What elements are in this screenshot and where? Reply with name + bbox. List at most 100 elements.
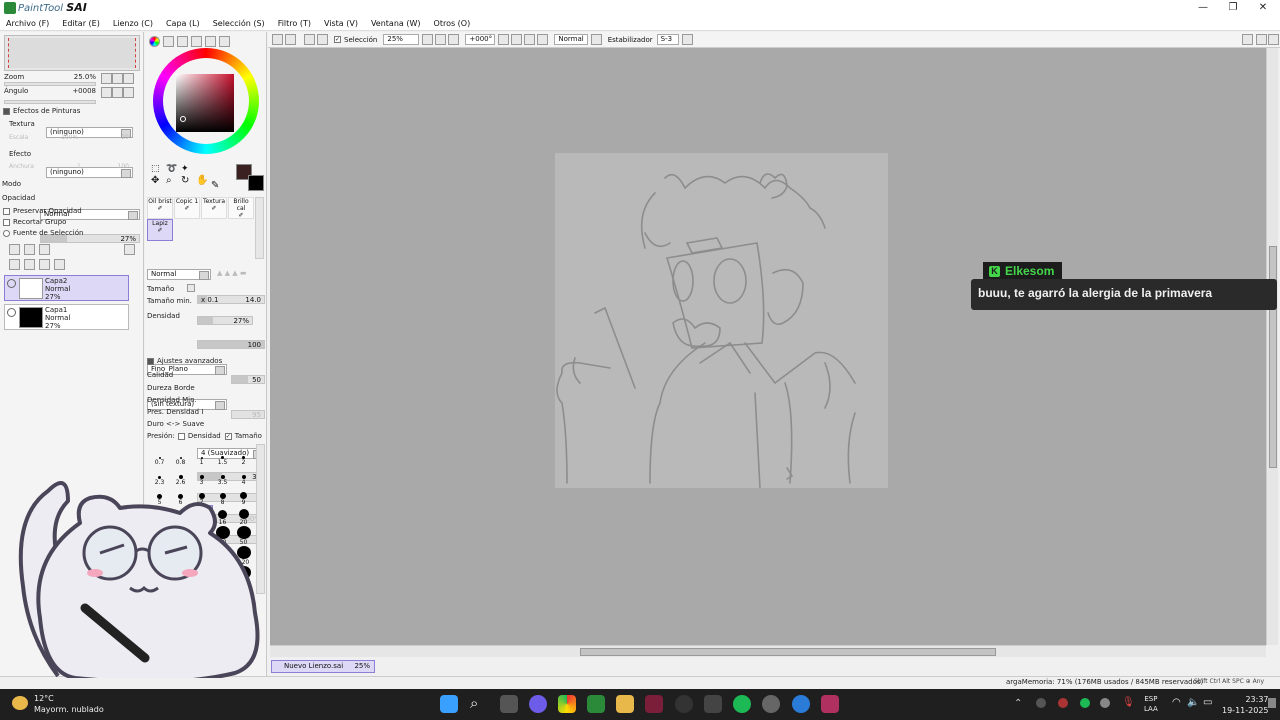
brush-texture-slider[interactable]: 95 (231, 410, 265, 419)
zoom-dropdown[interactable]: 25% (383, 34, 420, 45)
min-size-slider[interactable]: 27% (197, 316, 253, 325)
weather-icon[interactable] (12, 696, 28, 710)
deselect-icon[interactable] (304, 34, 315, 45)
task-view-icon[interactable] (500, 695, 518, 713)
painttool-sai-icon[interactable] (587, 695, 605, 713)
mode-toggle-icon[interactable] (590, 34, 602, 45)
wifi-icon[interactable]: ◠ (1172, 697, 1181, 708)
invert-selection-icon[interactable] (317, 34, 328, 45)
rotate-right-icon[interactable] (511, 34, 523, 45)
tray-overflow-icon[interactable]: ⌃ (1014, 698, 1022, 709)
menu-lienzo[interactable]: Lienzo (C) (113, 19, 153, 28)
angle-field[interactable]: +000° (465, 34, 496, 45)
menu-editar[interactable]: Editar (E) (62, 19, 100, 28)
menu-ventana[interactable]: Ventana (W) (371, 19, 421, 28)
selection-rect-icon[interactable]: ⬚ (151, 164, 165, 174)
brush-oil-bristle[interactable]: Oil brist ✐ (147, 197, 173, 219)
redo-icon[interactable] (285, 34, 296, 45)
start-button-icon[interactable] (440, 695, 458, 713)
density-slider[interactable]: 100 (197, 340, 265, 349)
language-indicator[interactable]: ESP LAA (1144, 694, 1158, 714)
panel-restore-icon[interactable] (1256, 34, 1267, 45)
flip-icon[interactable] (537, 34, 549, 45)
layer-panel-menu-icon[interactable] (124, 244, 135, 255)
background-color-swatch[interactable] (248, 175, 264, 191)
new-layer-icon[interactable] (9, 244, 20, 255)
visibility-eye-icon[interactable] (7, 308, 16, 317)
lasso-icon[interactable]: ➰ (166, 164, 180, 174)
angle-slider[interactable] (4, 100, 96, 104)
delete-layer-icon[interactable] (54, 259, 65, 270)
app-icon-red[interactable] (645, 695, 663, 713)
clock[interactable]: 23:37 19-11-2025 (1222, 694, 1269, 716)
tray-app-icon-2[interactable] (1058, 698, 1068, 708)
maximize-button[interactable]: ❐ (1218, 0, 1248, 16)
tray-app-icon[interactable] (1036, 698, 1046, 708)
microphone-icon[interactable]: 🎙 (1122, 697, 1135, 708)
document-tab[interactable]: Nuevo Lienzo.sai 25% (271, 660, 375, 673)
menu-capa[interactable]: Capa (L) (166, 19, 200, 28)
nav-rotate-button[interactable] (101, 87, 134, 100)
zoom-in-icon[interactable] (435, 34, 447, 45)
move-icon[interactable]: ✥ (151, 175, 165, 186)
rotate-left-icon[interactable] (498, 34, 510, 45)
canvas-area[interactable] (270, 48, 1266, 645)
size-lock-icon[interactable] (187, 284, 195, 292)
zoom-out-icon[interactable] (422, 34, 434, 45)
brush-texture[interactable]: Textura ✐ (201, 197, 227, 219)
show-selection-checkbox[interactable]: ✓ (334, 36, 341, 43)
magic-wand-icon[interactable]: ✦ (181, 164, 195, 174)
stabilizer-dropdown[interactable]: S-3 (656, 34, 679, 45)
new-folder-icon[interactable] (39, 244, 50, 255)
pressure-size-checkbox[interactable]: ✓ (224, 432, 232, 440)
vertical-scrollbar[interactable] (1266, 48, 1278, 645)
color-picker-cursor[interactable] (180, 116, 186, 122)
color-wheel-tab-icon[interactable] (149, 36, 160, 47)
scratchpad-tab-icon[interactable] (205, 36, 216, 47)
navigator-preview[interactable] (4, 35, 140, 71)
brush-shape-icons[interactable]: ▲ ▲ ▲ ▬ (217, 269, 265, 279)
capcut-icon[interactable] (675, 695, 693, 713)
rotate-icon[interactable]: ↻ (181, 175, 195, 186)
clip-group-checkbox[interactable]: Recortar Grupo (3, 218, 66, 226)
brush-grid-scrollbar[interactable] (255, 197, 264, 259)
nav-zoom-in-button[interactable] (101, 73, 134, 86)
selection-source-checkbox[interactable]: Fuente de Selección (3, 229, 83, 237)
undo-icon[interactable] (272, 34, 283, 45)
battery-icon[interactable]: ▭ (1203, 697, 1212, 708)
navigator-viewport[interactable] (8, 38, 136, 68)
stabilizer-arrow-icon[interactable] (681, 34, 693, 45)
horizontal-scrollbar[interactable] (270, 645, 1266, 657)
brush-pencil[interactable]: Lapiz ✐ (147, 219, 173, 241)
hand-icon[interactable]: ✋ (196, 175, 210, 186)
eyedropper-icon[interactable]: ✎ (211, 180, 219, 191)
zoom-icon[interactable]: ⌕ (166, 175, 180, 186)
notion-icon[interactable] (704, 695, 722, 713)
menu-otros[interactable]: Otros (O) (434, 19, 471, 28)
panel-close-icon[interactable] (1268, 34, 1279, 45)
close-button[interactable]: ✕ (1248, 0, 1278, 16)
visibility-eye-icon[interactable] (7, 279, 16, 288)
mixer-tab-icon[interactable] (219, 36, 230, 47)
brush-glow[interactable]: Brillo cal ✐ (228, 197, 254, 219)
hsv-slider-tab-icon[interactable] (177, 36, 188, 47)
brush-shape-slider[interactable]: 50 (231, 375, 265, 384)
menu-seleccion[interactable]: Selección (S) (213, 19, 265, 28)
panel-toggle-icon[interactable] (1242, 34, 1253, 45)
file-explorer-icon[interactable] (616, 695, 634, 713)
brush-blend-dropdown[interactable]: Normal (147, 269, 211, 280)
new-linework-layer-icon[interactable] (24, 244, 35, 255)
clear-layer-icon[interactable] (39, 259, 50, 270)
spotify-icon[interactable] (733, 695, 751, 713)
layer-item-capa1[interactable]: Capa1 Normal 27% (4, 304, 129, 330)
menu-filtro[interactable]: Filtro (T) (278, 19, 311, 28)
pressure-density-checkbox[interactable] (177, 432, 185, 440)
tray-steam-icon[interactable] (1100, 698, 1110, 708)
mode-dropdown[interactable]: Normal (554, 34, 588, 45)
menu-archivo[interactable]: Archivo (F) (6, 19, 49, 28)
swatches-tab-icon[interactable] (191, 36, 202, 47)
volume-icon[interactable]: 🔈 (1187, 697, 1199, 708)
discord-icon[interactable] (529, 695, 547, 713)
menu-vista[interactable]: Vista (V) (324, 19, 358, 28)
horizontal-scroll-thumb[interactable] (580, 648, 996, 656)
